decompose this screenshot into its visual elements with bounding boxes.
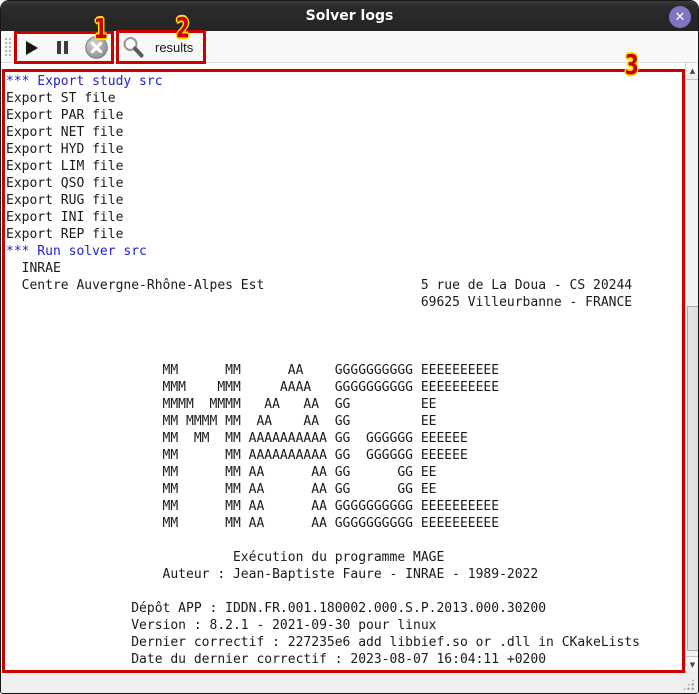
log-line: Date du dernier correctif : 2023-08-07 1… (6, 651, 685, 668)
close-button[interactable]: ✕ (669, 6, 691, 28)
window-title: Solver logs (1, 1, 698, 31)
log-line: MM MMMM MM AA AA GG EE (6, 413, 685, 430)
log-line: Export HYD file (6, 141, 685, 158)
scroll-down-button[interactable]: ▼ (686, 656, 699, 673)
resize-grip[interactable] (682, 678, 695, 691)
log-line: Export INI file (6, 209, 685, 226)
log-line: *** Run solver src (6, 243, 685, 260)
log-line: Exécution du programme MAGE (6, 549, 685, 566)
log-output-area[interactable]: *** Export study srcExport ST fileExport… (1, 63, 685, 673)
close-icon: ✕ (675, 11, 686, 24)
log-text: *** Export study srcExport ST fileExport… (1, 63, 685, 668)
log-line: 69625 Villeurbanne - FRANCE (6, 294, 685, 311)
log-line: MM MM AA AA GGGGGGGGGG EEEEEEEEEE (6, 515, 685, 532)
log-line: Dépôt APP : IDDN.FR.001.180002.000.S.P.2… (6, 600, 685, 617)
log-line: MM MM MM AAAAAAAAAA GG GGGGGG EEEEEE (6, 430, 685, 447)
run-solver-button[interactable] (20, 34, 44, 61)
log-line: Export ST file (6, 90, 685, 107)
scroll-down-icon: ▼ (690, 662, 695, 669)
stop-button[interactable] (84, 34, 108, 61)
stop-icon (85, 36, 108, 59)
log-line: Dernier correctif : 227235e6 add libbief… (6, 634, 685, 651)
search-icon (120, 34, 146, 61)
toolbar-drag-handle[interactable] (4, 37, 13, 58)
log-line: Export RUG file (6, 192, 685, 209)
log-line: Auteur : Jean-Baptiste Faure - INRAE - 1… (6, 566, 685, 583)
status-bar (1, 673, 698, 694)
log-line: Export LIM file (6, 158, 685, 175)
scroll-up-button[interactable]: ▲ (686, 63, 699, 80)
log-line: MMM MMM AAAA GGGGGGGGGG EEEEEEEEEE (6, 379, 685, 396)
log-line: Export QSO file (6, 175, 685, 192)
pause-button[interactable] (50, 34, 74, 61)
play-icon (26, 41, 38, 55)
vertical-scrollbar[interactable]: ▲ ▼ (685, 63, 699, 673)
log-line: Centre Auvergne-Rhône-Alpes Est 5 rue de… (6, 277, 685, 294)
log-line: MM MM AA AA GGGGGGGGGG EEEEEEEEEE (6, 498, 685, 515)
log-line: MM MM AA AA GG GG EE (6, 464, 685, 481)
log-line: Export REP file (6, 226, 685, 243)
log-line (6, 583, 685, 600)
log-line: Version : 8.2.1 - 2021-09-30 pour linux (6, 617, 685, 634)
log-line: *** Export study src (6, 73, 685, 90)
scroll-up-icon: ▲ (690, 68, 695, 75)
solver-logs-window: Solver logs ✕ (0, 0, 699, 694)
log-line: MM MM AAAAAAAAAA GG GGGGGG EEEEEE (6, 447, 685, 464)
log-line: MMMM MMMM AA AA GG EE (6, 396, 685, 413)
log-line (6, 532, 685, 549)
log-line: Export NET file (6, 124, 685, 141)
log-line: MM MM AA GGGGGGGGGG EEEEEEEEEE (6, 362, 685, 379)
results-label: results (155, 40, 193, 55)
titlebar[interactable]: Solver logs ✕ (1, 1, 698, 31)
scrollbar-thumb[interactable] (687, 306, 699, 651)
log-line (6, 345, 685, 362)
log-line (6, 311, 685, 328)
log-line: MM MM AA AA GG GG EE (6, 481, 685, 498)
toolbar: results (1, 31, 698, 63)
log-line: INRAE (6, 260, 685, 277)
log-line (6, 328, 685, 345)
log-line: Export PAR file (6, 107, 685, 124)
pause-icon (57, 41, 68, 54)
show-results-button[interactable]: results (116, 33, 206, 62)
